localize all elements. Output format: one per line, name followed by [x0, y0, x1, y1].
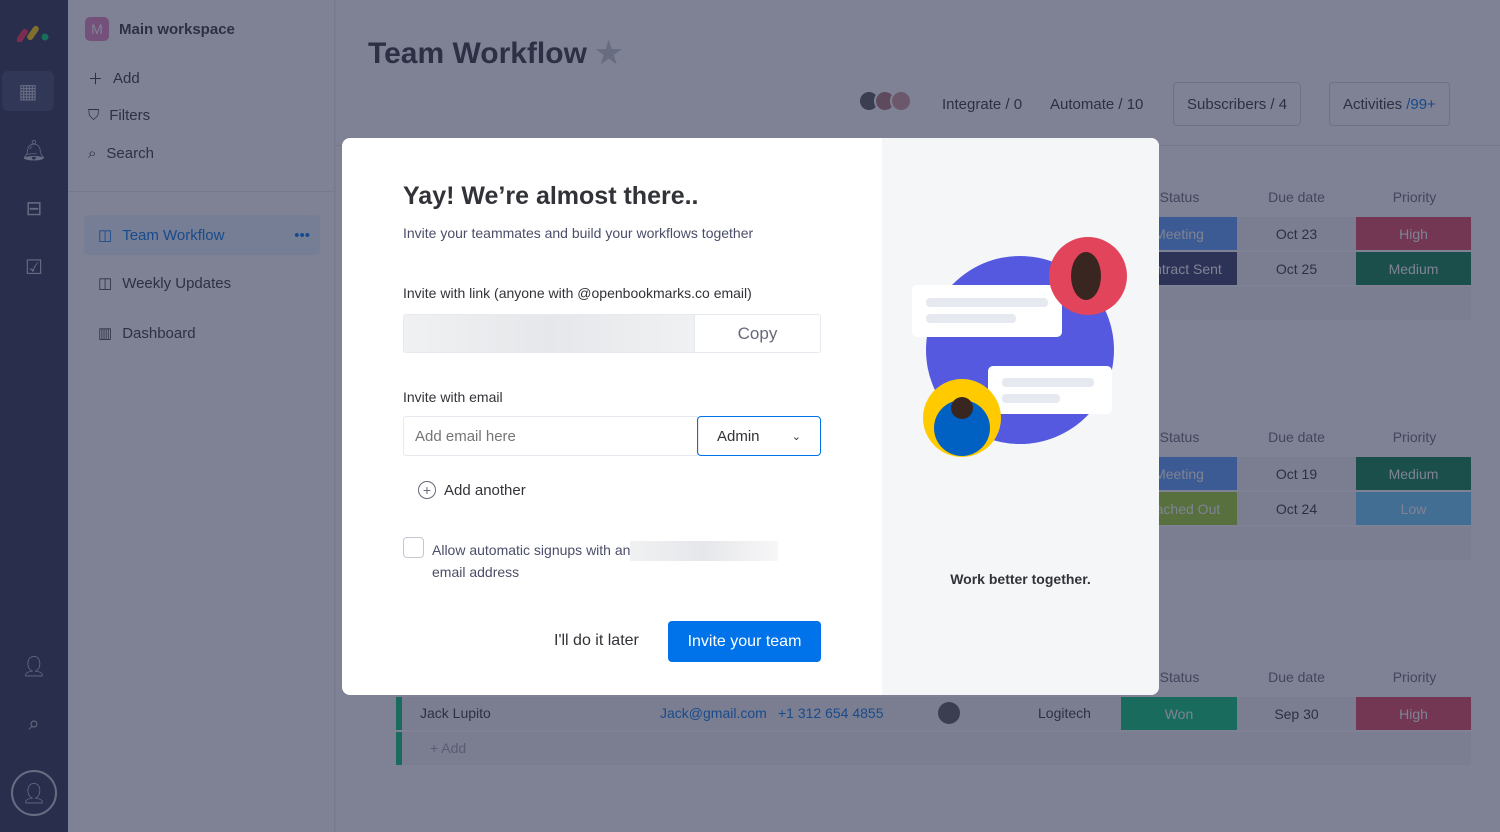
workspace-name: Main workspace: [119, 20, 235, 38]
role-value: Admin: [717, 427, 760, 445]
add-label: Add: [113, 70, 140, 87]
automate-button[interactable]: Automate / 10: [1050, 96, 1143, 113]
plus-icon: ＋: [88, 71, 104, 88]
board-item-team-workflow[interactable]: ◫ Team Workflow •••: [84, 215, 320, 255]
status-cell[interactable]: Won: [1121, 697, 1237, 730]
column-header-priority[interactable]: Priority: [1356, 189, 1473, 205]
logo-icon[interactable]: [14, 12, 54, 52]
page-title: Team Workflow ★: [368, 37, 623, 70]
auto-signup-checkbox[interactable]: [403, 537, 424, 558]
modal-title: Yay! We’re almost there..: [403, 182, 699, 210]
column-header-due[interactable]: Due date: [1238, 669, 1355, 685]
inbox-icon[interactable]: ⊟: [14, 188, 54, 228]
role-select[interactable]: Admin ⌄: [697, 416, 821, 456]
due-date-cell[interactable]: Oct 25: [1238, 252, 1355, 285]
board-icon: ◫: [98, 227, 113, 244]
modal-subtitle: Invite your teammates and build your wor…: [403, 225, 754, 241]
add-another-button[interactable]: + Add another: [418, 481, 526, 499]
search-icon[interactable]: ⌕: [14, 704, 54, 744]
column-header-priority[interactable]: Priority: [1356, 669, 1473, 685]
dashboard-icon: ▥: [98, 325, 113, 342]
star-icon[interactable]: ★: [595, 37, 622, 70]
copy-button[interactable]: Copy: [694, 315, 820, 352]
add-row[interactable]: + Add: [396, 732, 1471, 765]
filters-label: Filters: [109, 107, 151, 124]
workspace-badge: M: [85, 17, 109, 41]
person-avatar[interactable]: [938, 702, 960, 724]
search-label: Search: [106, 145, 154, 162]
add-another-label: Add another: [444, 481, 526, 499]
link-label: Invite with link (anyone with @openbookm…: [403, 285, 752, 301]
column-header-due[interactable]: Due date: [1238, 429, 1355, 445]
row-company: Logitech: [1038, 705, 1091, 721]
email-label: Invite with email: [403, 389, 503, 405]
email-input[interactable]: [403, 416, 699, 456]
board-label: Team Workflow: [122, 226, 225, 244]
row-name[interactable]: Jack Lupito: [420, 705, 491, 721]
tagline: Work better together.: [950, 571, 1091, 587]
priority-cell[interactable]: Low: [1356, 492, 1471, 525]
board-item-weekly-updates[interactable]: ◫ Weekly Updates: [98, 274, 232, 293]
board-icon: ◫: [98, 275, 113, 292]
priority-cell[interactable]: High: [1356, 217, 1471, 250]
divider: [68, 191, 334, 192]
plus-circle-icon: +: [418, 481, 436, 499]
invite-modal: Yay! We’re almost there.. Invite your te…: [342, 138, 1159, 695]
priority-cell[interactable]: Medium: [1356, 457, 1471, 490]
more-icon[interactable]: •••: [294, 227, 310, 244]
board-item-dashboard[interactable]: ▥ Dashboard: [98, 324, 196, 343]
bell-icon[interactable]: 🔔︎: [14, 130, 54, 170]
add-button[interactable]: ＋ Add: [88, 68, 140, 89]
subscribers-button[interactable]: Subscribers / 4: [1173, 82, 1302, 126]
workspace-panel: M Main workspace ＋ Add ⛉ Filters ⌕ Search ◫…: [68, 0, 335, 832]
invite-team-button[interactable]: Invite your team: [668, 621, 821, 662]
integrate-button[interactable]: Integrate / 0: [942, 96, 1022, 113]
search-icon: ⌕: [88, 145, 97, 162]
grid-icon[interactable]: ▦: [2, 71, 54, 111]
row-email[interactable]: Jack@gmail.com: [660, 705, 767, 721]
team-illustration: [912, 237, 1127, 457]
filters-button[interactable]: ⛉ Filters: [88, 107, 150, 124]
invite-link-field[interactable]: Copy: [403, 314, 821, 353]
invite-link-blurred: [404, 315, 694, 352]
do-it-later-button[interactable]: I'll do it later: [554, 632, 639, 650]
left-nav: ▦ 🔔︎ ⊟ ☑ 👤︎ ⌕ 👤︎: [0, 0, 68, 832]
search-button[interactable]: ⌕ Search: [88, 145, 154, 162]
board-label: Weekly Updates: [122, 274, 232, 292]
column-header-priority[interactable]: Priority: [1356, 429, 1473, 445]
domain-blurred: [630, 541, 779, 562]
workspace-header[interactable]: M Main workspace: [85, 17, 235, 41]
due-date-cell[interactable]: Oct 24: [1238, 492, 1355, 525]
member-avatars[interactable]: [858, 90, 912, 112]
due-date-cell[interactable]: Oct 23: [1238, 217, 1355, 250]
chevron-down-icon: ⌄: [791, 430, 801, 443]
column-header-due[interactable]: Due date: [1238, 189, 1355, 205]
avatar-icon[interactable]: 👤︎: [11, 770, 57, 816]
priority-cell[interactable]: High: [1356, 697, 1471, 730]
auto-signup-label: Allow automatic signups with an email add…: [432, 539, 779, 583]
illustration-panel: Work better together.: [882, 138, 1159, 695]
add-user-icon[interactable]: 👤︎: [14, 646, 54, 686]
row-phone[interactable]: +1 312 654 4855: [778, 705, 884, 721]
board-label: Dashboard: [122, 324, 196, 342]
filter-icon: ⛉: [88, 107, 100, 124]
due-date-cell[interactable]: Sep 30: [1238, 697, 1355, 730]
checklist-icon[interactable]: ☑: [14, 247, 54, 287]
priority-cell[interactable]: Medium: [1356, 252, 1471, 285]
due-date-cell[interactable]: Oct 19: [1238, 457, 1355, 490]
activities-button[interactable]: Activities/99+: [1329, 82, 1450, 126]
